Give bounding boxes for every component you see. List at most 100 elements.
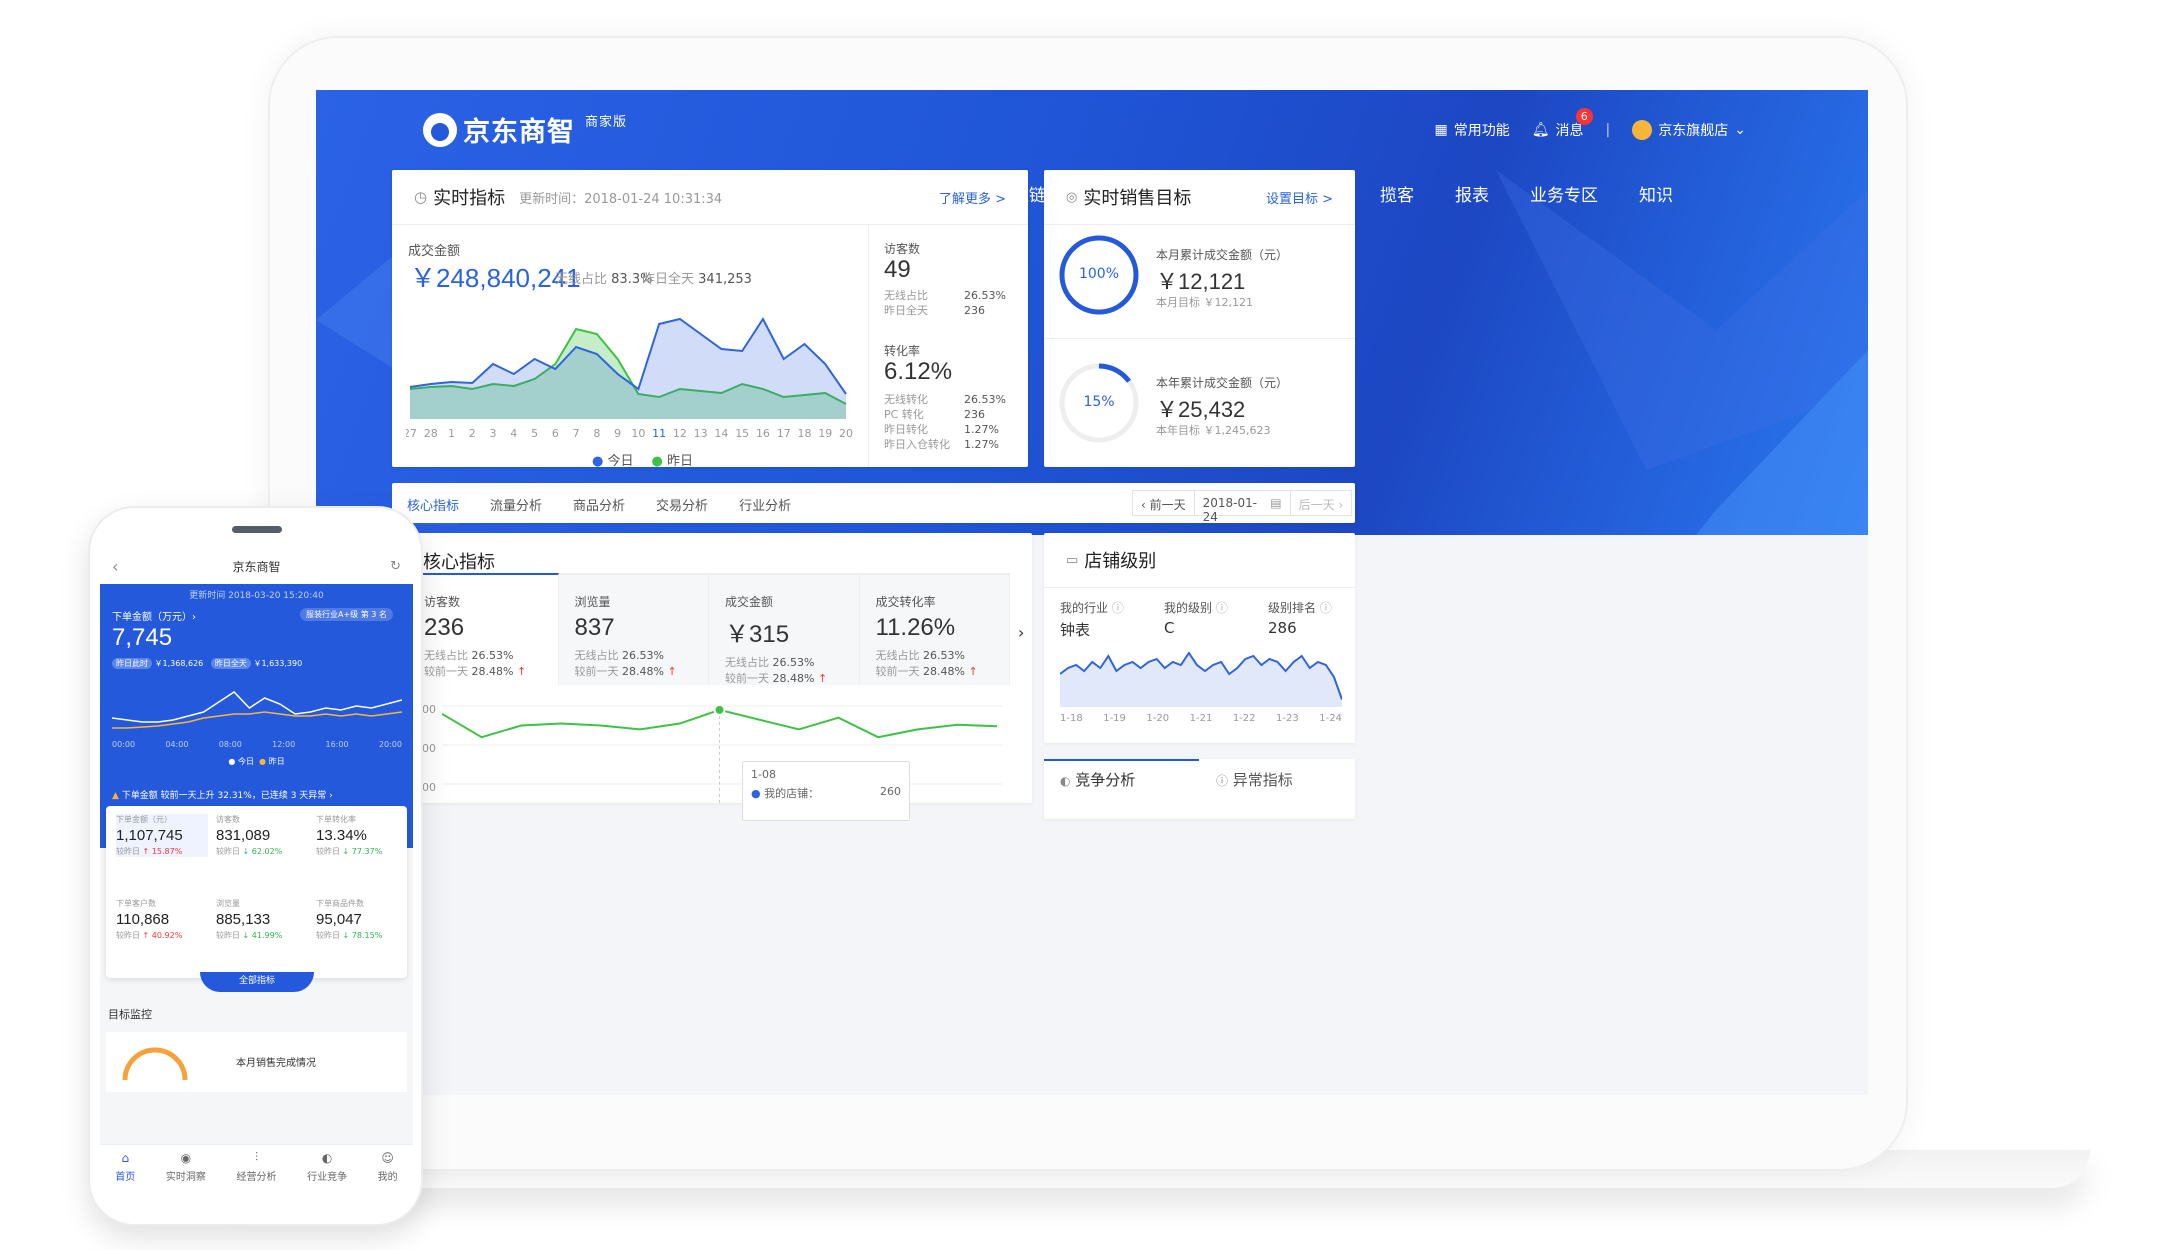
mobile-metric[interactable]: 下单商品件数 95,047 较昨日 ↓ 78.15% — [316, 898, 408, 941]
metric-compare: 较昨日 ↑ 15.87% — [116, 847, 183, 856]
refresh-icon[interactable]: ↻ — [390, 559, 401, 574]
kpi-value: 837 — [574, 614, 615, 641]
mobile-metric[interactable]: 下单金额（元） 1,107,745 较昨日 ↑ 15.87% — [116, 814, 208, 857]
visitors-value: 49 — [884, 256, 911, 283]
metric-value: 831,089 — [216, 827, 271, 844]
messages-button[interactable]: 🔔︎ 消息 6 — [1532, 108, 1593, 140]
metric-label: 下单金额（元） — [116, 815, 172, 824]
month-value: ￥12,121 — [1156, 269, 1246, 294]
chevron-down-icon: ⌄ — [1734, 122, 1746, 138]
month-target: 本月目标 ￥12,121 — [1156, 296, 1253, 309]
next-day-button[interactable]: 后一天 › — [1291, 491, 1352, 515]
learn-more-link[interactable]: 了解更多 > — [939, 188, 1006, 207]
kpi-detail-label: 较前一天 — [424, 665, 468, 678]
kpi-cell[interactable]: 成交转化率 11.26% 无线占比 26.53% 较前一天 28.48% ↑ — [859, 573, 1010, 685]
year-percent: 15% — [1083, 394, 1115, 410]
tab-anomaly[interactable]: ⓘ 异常指标 — [1216, 769, 1293, 790]
x-tick: 04:00 — [165, 740, 189, 749]
phone-frame: ‹ 京东商智 ↻ 更新时间 2018-03-20 15:20:40 下单金额（万… — [88, 506, 423, 1226]
tooltip-row: ● 我的店铺： 260 — [751, 785, 901, 800]
mobile-metric[interactable]: 下单客户数 110,868 较昨日 ↑ 40.92% — [116, 898, 208, 941]
target-gauge — [122, 1047, 188, 1081]
mobile-title: 京东商智 — [232, 559, 281, 574]
prev-day-button[interactable]: ‹ 前一天 — [1133, 491, 1195, 515]
mobile-tab-3[interactable]: ◐ 行业竞争 — [307, 1151, 347, 1183]
detail-row: 无线转化 26.53% — [884, 392, 1014, 407]
mobile-legend: ● 今日 ● 昨日 — [100, 756, 413, 767]
order-label[interactable]: 下单金额（万元）› — [112, 608, 196, 623]
gmv-label: 成交金额 — [408, 244, 461, 259]
up-arrow-icon: ↑ — [814, 672, 828, 685]
realtime-indicators-card: ◷ 实时指标 更新时间：2018-01-24 10:31:34 了解更多 > 成… — [392, 170, 1028, 469]
set-target-link[interactable]: 设置目标 > — [1266, 188, 1333, 207]
tab-label: 行业竞争 — [307, 1171, 348, 1183]
kpi-detail-row: 无线占比 26.53% — [424, 648, 542, 664]
kpi-detail-label: 无线占比 — [725, 656, 769, 669]
down-arrow-icon: ↓ — [240, 931, 252, 940]
kpi-detail-value: 28.48% — [471, 665, 514, 678]
visitors-label: 访客数 — [884, 242, 921, 256]
kpi-cell[interactable]: 浏览量 837 无线占比 26.53% 较前一天 28.48% ↑ — [558, 573, 709, 685]
kpi-cell[interactable]: 成交金额 ￥315 无线占比 26.53% 较前一天 28.48% ↑ — [709, 573, 860, 685]
x-tick: 10 — [631, 427, 645, 440]
yesterday-line — [112, 711, 402, 729]
mobile-tab-4[interactable]: ☺ 我的 — [378, 1151, 398, 1183]
realtime-area-chart: 27 28 1 2 3 4 5 6 7 8 9 10 11 12 13 14 15 16 17 18 19 20 — [406, 317, 853, 440]
kpi-next-arrow[interactable]: › — [1018, 623, 1024, 642]
metric-compare: 较昨日 ↓ 77.37% — [316, 847, 383, 856]
x-tick: 4 — [510, 427, 517, 440]
x-tick: 2 — [469, 427, 476, 440]
metric-label: 下单商品件数 — [316, 899, 364, 908]
gmv-yesterday: 昨日全天 341,253 — [642, 272, 752, 287]
back-icon[interactable]: ‹ — [112, 557, 118, 576]
nav-item[interactable]: 知识 — [1639, 181, 1673, 206]
kpi-detail-value: 28.48% — [772, 672, 815, 685]
order-value: 7,745 — [112, 624, 173, 651]
kpi-detail-value: 26.53% — [622, 649, 664, 662]
mobile-metric[interactable]: 访客数 831,089 较昨日 ↓ 62.02% — [216, 814, 308, 857]
nav-item[interactable]: 业务专区 — [1530, 181, 1598, 206]
tab-competition[interactable]: ◐ 竞争分析 — [1060, 769, 1135, 790]
x-tick: 18 — [797, 427, 811, 440]
kpi-detail-label: 无线占比 — [574, 649, 619, 662]
nav-item[interactable]: 揽客 — [1380, 181, 1414, 206]
x-tick: 1-20 — [1146, 713, 1170, 724]
tab-0[interactable]: 核心指标 — [407, 495, 460, 525]
year-label: 本年累计成交金额（元） — [1156, 376, 1289, 390]
tab-1[interactable]: 流量分析 — [490, 495, 542, 525]
mobile-metric[interactable]: 下单转化率 13.34% 较昨日 ↓ 77.37% — [316, 814, 408, 857]
x-tick: 16:00 — [325, 740, 349, 749]
kpi-label: 成交转化率 — [875, 595, 936, 609]
top-right-menu: ▦ 常用功能 🔔︎ 消息 6 | 京东旗舰店 ⌄ — [1435, 108, 1746, 140]
target-item: 本月销售完成情况 — [236, 1058, 316, 1069]
grid-icon: ▦ — [1434, 122, 1448, 138]
realtime-title: 实时指标 — [433, 188, 506, 209]
store-level-title: 店铺级别 — [1084, 551, 1157, 572]
tab-3[interactable]: 交易分析 — [656, 495, 708, 525]
kpi-detail-label: 较前一天 — [725, 672, 769, 685]
all-metrics-button[interactable]: 全部指标 — [200, 972, 314, 992]
tab-2[interactable]: 商品分析 — [573, 495, 625, 525]
kpi-detail-row: 无线占比 26.53% — [725, 655, 843, 671]
chart-tooltip: 1-08 ● 我的店铺： 260 — [742, 761, 910, 821]
nav-item[interactable]: 报表 — [1455, 181, 1489, 206]
mobile-tab-0[interactable]: ⌂ 首页 — [115, 1151, 135, 1183]
date-field[interactable]: 2018-01-24 ▤ — [1195, 491, 1291, 524]
mobile-metrics-card: 下单金额（元） 1,107,745 较昨日 ↑ 15.87% 访客数 831,089 较昨… — [106, 806, 407, 978]
level-label: 我的级别 ⓘ — [1164, 601, 1228, 615]
core-metrics-title: 核心指标 — [423, 551, 496, 573]
kpi-cell[interactable]: 访客数 236 无线占比 26.53% 较前一天 28.48% ↑ — [408, 573, 559, 685]
gmv-wireless: 无线占比 83.3% — [555, 272, 653, 287]
mobile-tab-1[interactable]: ◉ 实时洞察 — [166, 1151, 206, 1183]
avatar — [1632, 120, 1653, 140]
legend-today: ● 今日 — [592, 454, 634, 469]
common-functions-button[interactable]: ▦ 常用功能 — [1435, 120, 1510, 140]
mobile-metric[interactable]: 浏览量 885,133 较昨日 ↓ 41.99% — [216, 898, 308, 941]
tab-4[interactable]: 行业分析 — [739, 495, 791, 525]
mobile-alert[interactable]: ▲ 下单金额 较前一天上升 32.31%，已连续 3 天异常 › — [112, 788, 333, 801]
x-tick: 12 — [673, 427, 687, 440]
kpi-row: 访客数 236 无线占比 26.53% 较前一天 28.48% ↑ 浏览量 837 无线占比… — [408, 573, 1010, 685]
logo[interactable]: 京东商智 商家版 — [423, 110, 627, 149]
store-switcher[interactable]: 京东旗舰店 ⌄ — [1632, 120, 1746, 140]
mobile-tab-2[interactable]: ⫶ 经营分析 — [236, 1150, 276, 1183]
